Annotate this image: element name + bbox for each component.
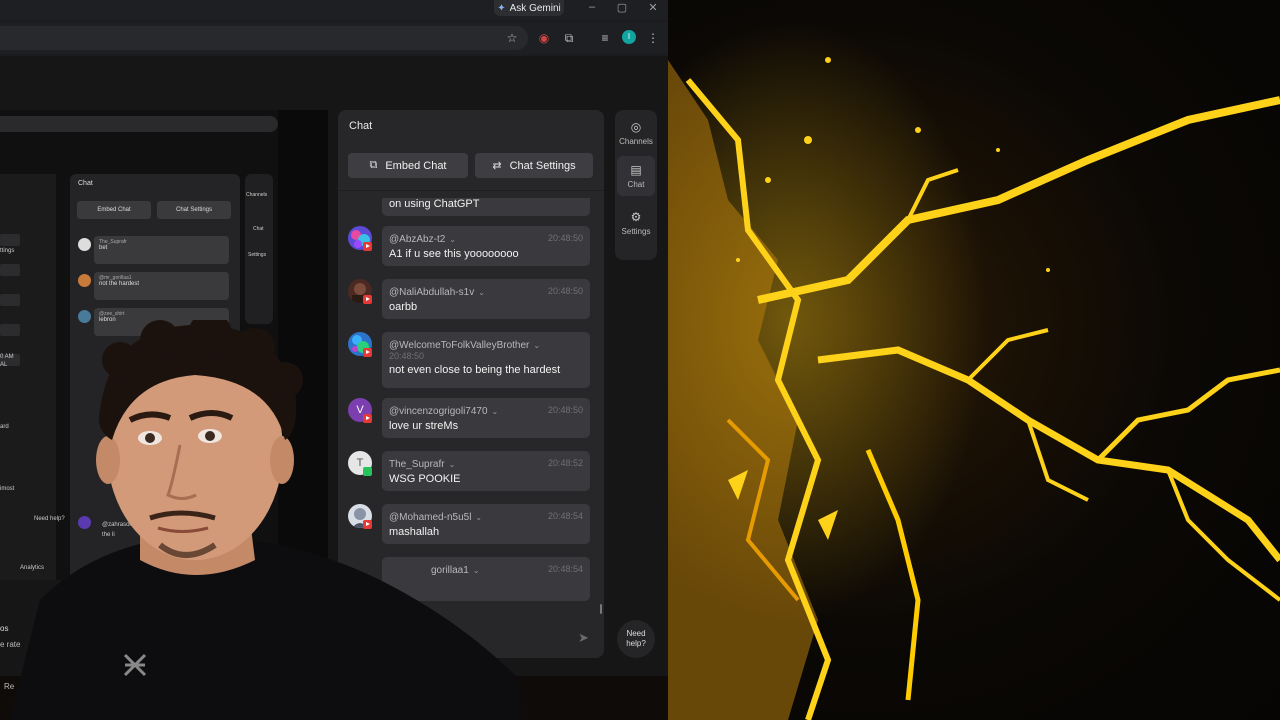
rail-label: Settings xyxy=(621,227,651,236)
chat-settings-button[interactable]: ⇄ Chat Settings xyxy=(475,153,593,178)
chat-bubble-icon: ▤ xyxy=(630,163,642,177)
profile-avatar[interactable]: I xyxy=(622,30,636,44)
need-help-button[interactable]: Need help? xyxy=(617,620,655,658)
desktop-wallpaper xyxy=(668,0,1280,720)
address-bar[interactable]: ☆ xyxy=(0,26,528,50)
youtube-icon xyxy=(363,295,372,304)
nested-address-bar xyxy=(0,116,278,132)
chevron-down-icon[interactable]: ⌄ xyxy=(533,341,540,350)
sliders-icon: ⇄ xyxy=(492,160,502,172)
minimize-icon[interactable]: – xyxy=(584,1,600,13)
streamer-webcam-image xyxy=(10,320,522,720)
gear-icon: ⚙ xyxy=(630,210,642,224)
media-controls-icon[interactable]: ≡ xyxy=(597,30,613,46)
maximize-icon[interactable]: ▢ xyxy=(614,1,630,14)
nested-left-label: ttings xyxy=(0,248,15,254)
message-username[interactable]: @AbzAbz-t2 xyxy=(389,234,445,245)
embed-chat-button[interactable]: ⧉ Embed Chat xyxy=(348,153,468,178)
rail-label: Chat xyxy=(627,180,645,189)
extension-icon[interactable]: ◉ xyxy=(536,30,552,46)
nested-settings-button: Chat Settings xyxy=(157,201,231,219)
menu-kebab-icon[interactable]: ⋮ xyxy=(645,30,661,46)
send-icon[interactable]: ➤ xyxy=(578,630,589,646)
ask-gemini-button[interactable]: ✦ Ask Gemini xyxy=(494,0,564,16)
embed-chat-label: Embed Chat xyxy=(385,159,447,172)
chat-settings-label: Chat Settings xyxy=(509,159,576,172)
nested-message: The_Suprafr bet xyxy=(94,236,229,264)
chevron-down-icon[interactable]: ⌄ xyxy=(449,235,456,244)
message-timestamp: 20:48:52 xyxy=(547,458,583,468)
bookmark-star-icon[interactable]: ☆ xyxy=(504,30,520,46)
embed-icon: ⧉ xyxy=(369,159,378,171)
youtube-icon xyxy=(363,242,372,251)
webcam-overlay xyxy=(0,320,522,720)
nested-rail: Channels Chat Settings xyxy=(245,174,273,324)
message-text: oarbb xyxy=(389,301,418,313)
rail-label: Channels xyxy=(619,137,653,146)
nested-chat-title: Chat xyxy=(78,180,93,187)
scrollbar[interactable] xyxy=(600,604,602,614)
message-bubble: @NaliAbdullah-s1v ⌄ 20:48:50 oarbb xyxy=(382,279,590,319)
nested-avatar xyxy=(78,238,91,251)
rail-item-chat[interactable]: ▤ Chat xyxy=(615,163,657,189)
message-username[interactable]: @NaliAbdullah-s1v xyxy=(389,287,474,298)
side-rail: ◎ Channels ▤ Chat ⚙ Settings xyxy=(615,110,657,260)
divider xyxy=(338,190,604,191)
message-text: on using ChatGPT xyxy=(389,198,480,210)
message-text: A1 if u see this yoooooooo xyxy=(389,248,519,260)
browser-toolbar: ☆ ◉ ⧉ ≡ ⋮ xyxy=(0,22,668,54)
message-timestamp: 20:48:50 xyxy=(547,405,583,415)
message-timestamp: 20:48:50 xyxy=(547,286,583,296)
lightning-figure-art xyxy=(668,20,1280,720)
message-bubble: on using ChatGPT xyxy=(382,198,590,216)
gemini-icon: ✦ xyxy=(497,2,506,14)
message-timestamp: 20:48:54 xyxy=(547,511,583,521)
close-icon[interactable]: ✕ xyxy=(645,1,661,14)
rail-item-settings[interactable]: ⚙ Settings xyxy=(615,210,657,236)
broadcast-icon: ◎ xyxy=(630,120,642,134)
message-timestamp: 20:48:50 xyxy=(547,233,583,243)
message-timestamp: 20:48:54 xyxy=(547,564,583,574)
message-bubble: @AbzAbz-t2 ⌄ 20:48:50 A1 if u see this yo… xyxy=(382,226,590,266)
rail-item-channels[interactable]: ◎ Channels xyxy=(615,120,657,146)
browser-titlebar: ✦ Ask Gemini – ▢ ✕ xyxy=(0,0,668,20)
chat-title: Chat xyxy=(349,120,373,132)
nested-avatar xyxy=(78,274,91,287)
nested-embed-button: Embed Chat xyxy=(77,201,151,219)
ask-gemini-label: Ask Gemini xyxy=(509,2,561,14)
nested-message: @mr_gorillaa1 not the hardest xyxy=(94,272,229,300)
chevron-down-icon[interactable]: ⌄ xyxy=(478,288,485,297)
extensions-puzzle-icon[interactable]: ⧉ xyxy=(561,30,577,46)
